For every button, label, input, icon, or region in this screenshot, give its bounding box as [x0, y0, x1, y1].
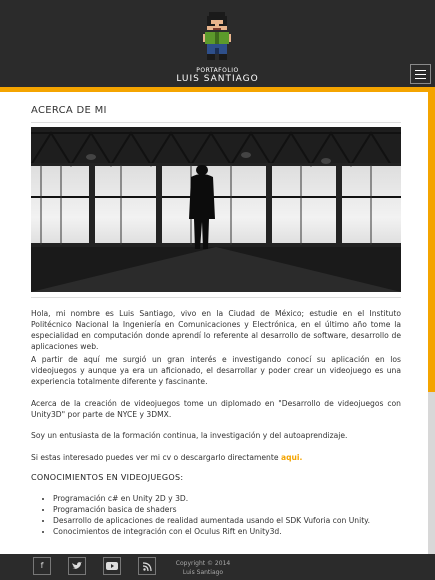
cv-text: Si estas interesado puedes ver mi cv o d…	[31, 453, 279, 462]
section-title: ACERCA DE MI	[31, 105, 107, 116]
hero-image	[31, 127, 401, 292]
cv-paragraph: Si estas interesado puedes ver mi cv o d…	[31, 452, 401, 463]
cv-link[interactable]: aqui.	[281, 453, 302, 462]
paragraph: A partir de aquí me surgió un gran inter…	[31, 355, 401, 386]
copyright: Copyright © 2014 Luis Santiago	[160, 559, 246, 577]
paragraph: Hola, mi nombre es Luis Santiago, vivo e…	[31, 309, 401, 351]
footer: f Copyright © 2014 Luis Santiago	[0, 554, 435, 580]
list-item: Programación basica de shaders	[53, 504, 411, 515]
list-item: Conocimientos de integración con el Ocul…	[53, 526, 411, 537]
list-item: Programación c# en Unity 2D y 3D.	[53, 493, 411, 504]
hamburger-icon	[415, 70, 426, 71]
paragraph: Soy un entusiasta de la formación contin…	[31, 431, 348, 440]
twitter-icon[interactable]	[68, 557, 86, 575]
brand-title[interactable]: LUIS SANTIAGO	[0, 74, 435, 84]
youtube-icon[interactable]	[103, 557, 121, 575]
scrollbar-thumb[interactable]	[428, 92, 435, 392]
list-item: Desarrollo de aplicaciones de realidad a…	[53, 515, 411, 526]
facebook-icon[interactable]: f	[33, 557, 51, 575]
pixel-avatar-logo[interactable]	[203, 12, 231, 60]
paragraph: Acerca de la creación de videojuegos tom…	[31, 399, 401, 419]
brand-subtitle: PORTAFOLIO	[196, 67, 239, 74]
skills-heading: CONOCIMIENTOS EN VIDEOJUEGOS:	[31, 473, 184, 482]
divider	[31, 297, 401, 298]
main-content: ACERCA DE MI Hola, mi nombre es Luis San…	[0, 92, 428, 554]
rss-icon[interactable]	[138, 557, 156, 575]
copyright-line: Luis Santiago	[182, 569, 224, 576]
divider	[31, 122, 401, 123]
menu-button[interactable]	[410, 64, 431, 84]
copyright-line: Copyright © 2014	[175, 560, 231, 567]
skills-list: Programación c# en Unity 2D y 3D. Progra…	[31, 493, 411, 537]
top-bar: PORTAFOLIO LUIS SANTIAGO	[0, 0, 435, 88]
